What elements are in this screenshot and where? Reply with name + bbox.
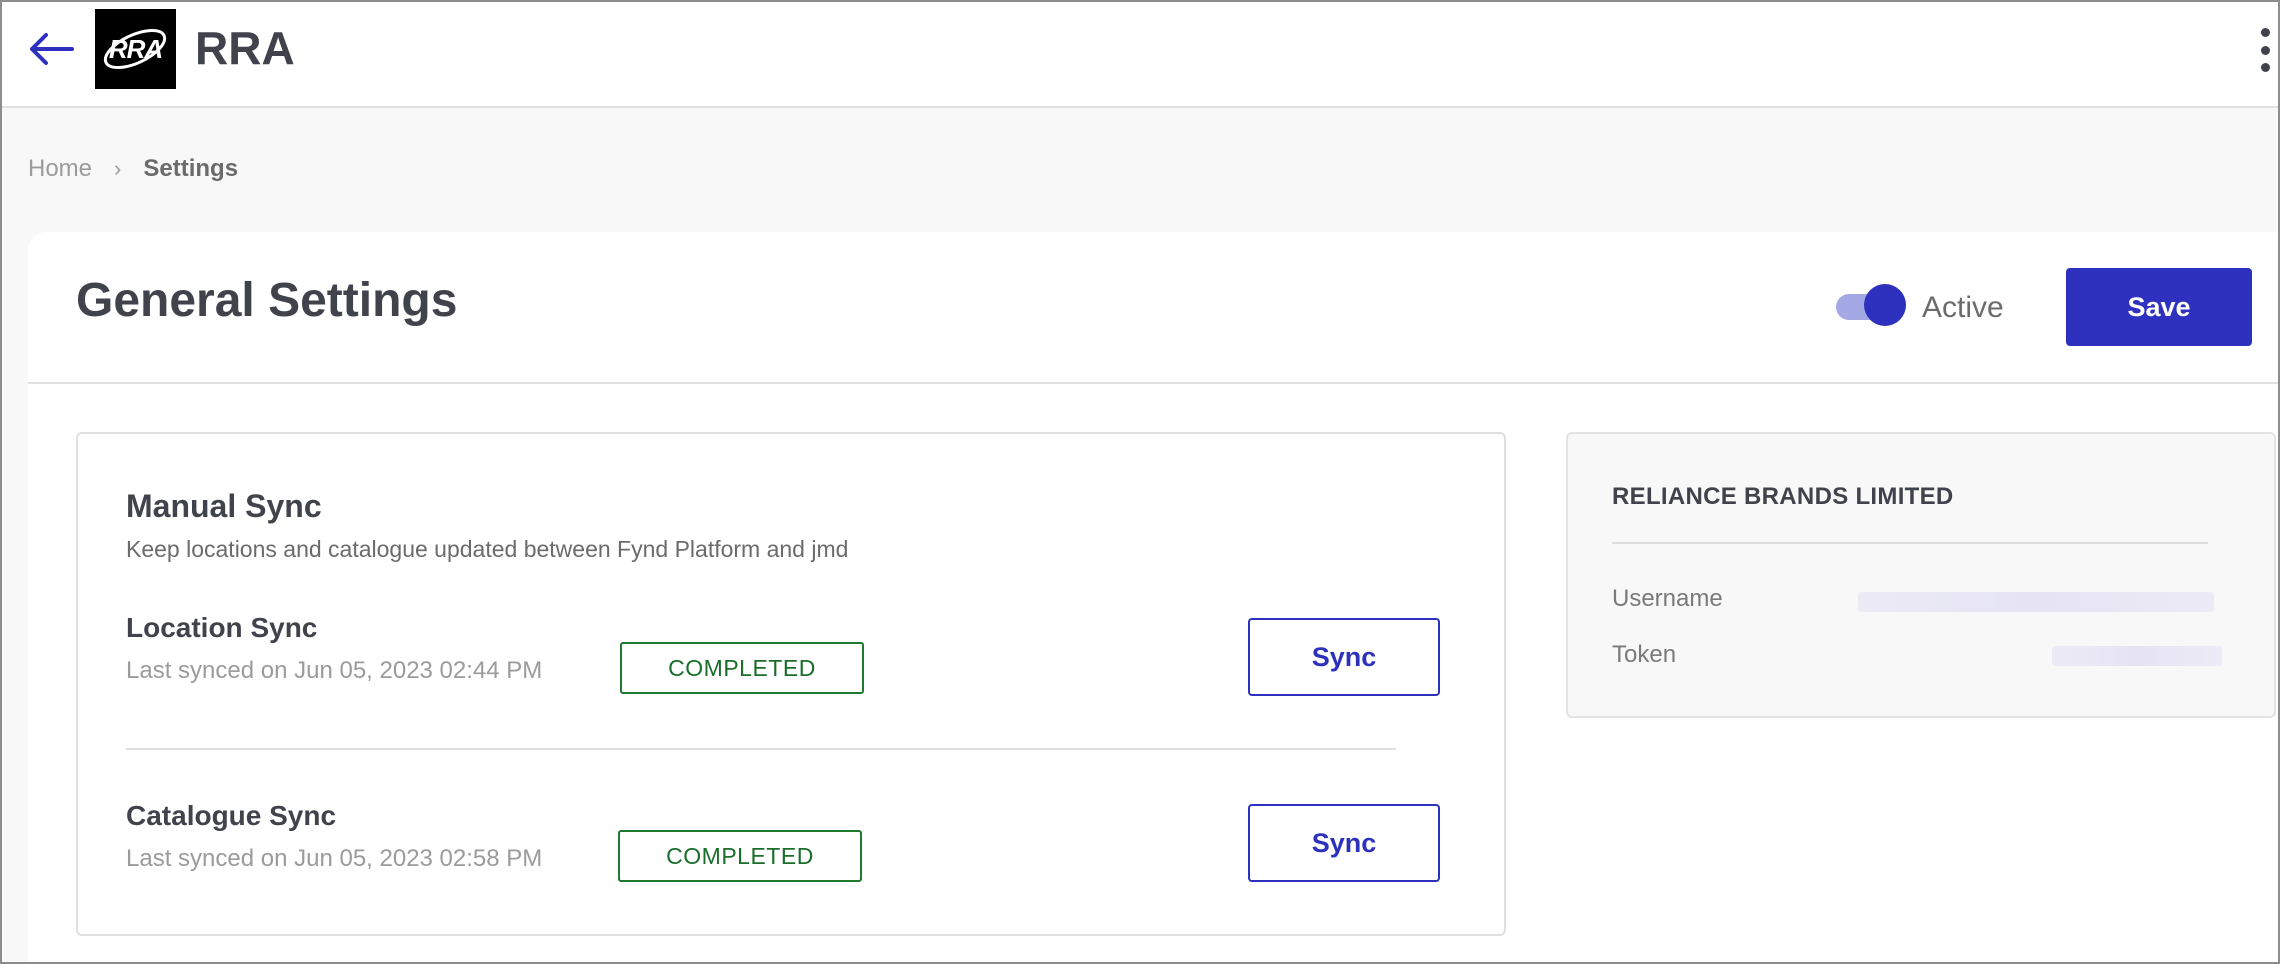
username-label: Username: [1612, 585, 1723, 612]
account-info-panel: RELIANCE BRANDS LIMITED Username Token: [1566, 432, 2276, 718]
catalogue-sync-row: Catalogue Sync Last synced on Jun 05, 20…: [126, 798, 1440, 918]
card-header: General Settings Active Save: [28, 232, 2278, 384]
active-toggle[interactable]: [1834, 284, 1906, 328]
manual-sync-title: Manual Sync: [126, 488, 322, 524]
catalogue-sync-last-synced: Last synced on Jun 05, 2023 02:58 PM: [126, 845, 543, 872]
logo-text: RRA: [108, 33, 163, 64]
kebab-dot-icon: [2260, 28, 2270, 37]
catalogue-sync-status-badge: COMPLETED: [618, 830, 862, 882]
breadcrumb: Home › Settings: [28, 154, 238, 184]
location-sync-row: Location Sync Last synced on Jun 05, 202…: [126, 610, 1440, 730]
manual-sync-panel: Manual Sync Keep locations and catalogue…: [76, 432, 1506, 936]
catalogue-sync-title: Catalogue Sync: [126, 800, 337, 831]
catalogue-sync-button[interactable]: Sync: [1248, 804, 1440, 882]
settings-card: General Settings Active Save Manual Sync…: [28, 232, 2278, 962]
location-sync-status-badge: COMPLETED: [620, 642, 864, 694]
breadcrumb-home-link[interactable]: Home: [28, 154, 92, 184]
breadcrumb-current: Settings: [143, 155, 239, 182]
location-sync-title: Location Sync: [126, 612, 318, 643]
row-divider: [126, 748, 1396, 750]
token-label: Token: [1612, 641, 1677, 668]
location-sync-last-synced: Last synced on Jun 05, 2023 02:44 PM: [126, 657, 543, 684]
save-button[interactable]: Save: [2066, 268, 2252, 346]
arrow-left-icon: [30, 33, 74, 65]
app-window: RRA RRA Home › Settings General Settings…: [0, 0, 2280, 964]
chevron-right-icon: ›: [114, 156, 122, 181]
kebab-dot-icon: [2260, 45, 2270, 55]
top-bar: RRA RRA: [2, 2, 2278, 108]
location-sync-button[interactable]: Sync: [1248, 618, 1440, 696]
page-title: General Settings: [76, 274, 458, 327]
company-name: RELIANCE BRANDS LIMITED: [1612, 483, 1954, 510]
back-button[interactable]: [26, 28, 76, 70]
toggle-knob: [1864, 284, 1906, 326]
manual-sync-description: Keep locations and catalogue updated bet…: [126, 536, 849, 562]
kebab-dot-icon: [2260, 63, 2270, 72]
active-toggle-label: Active: [1922, 291, 2004, 324]
info-divider: [1612, 542, 2208, 544]
more-menu-button[interactable]: [2258, 28, 2272, 72]
app-title: RRA: [195, 22, 295, 74]
username-value-redacted: [1858, 592, 2214, 612]
token-value-redacted: [2052, 646, 2222, 666]
brand-logo: RRA: [95, 9, 176, 89]
